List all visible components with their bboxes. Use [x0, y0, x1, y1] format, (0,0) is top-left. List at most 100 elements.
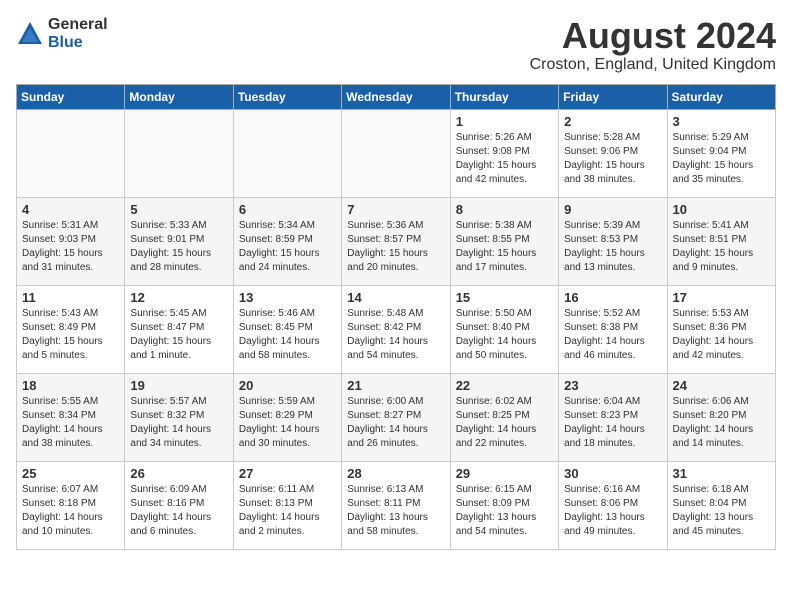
calendar-cell — [342, 109, 450, 197]
day-number: 12 — [130, 290, 227, 305]
calendar-cell: 16Sunrise: 5:52 AM Sunset: 8:38 PM Dayli… — [559, 285, 667, 373]
title-block: August 2024 Croston, England, United Kin… — [530, 16, 776, 74]
weekday-header-monday: Monday — [125, 84, 233, 109]
cell-info: Sunrise: 5:43 AM Sunset: 8:49 PM Dayligh… — [22, 307, 119, 363]
cell-info: Sunrise: 5:46 AM Sunset: 8:45 PM Dayligh… — [239, 307, 336, 363]
calendar-cell: 14Sunrise: 5:48 AM Sunset: 8:42 PM Dayli… — [342, 285, 450, 373]
calendar-week-1: 1 Sunrise: 5:26 AM Sunset: 9:08 PM Daylig… — [17, 109, 776, 197]
cell-info: Sunrise: 6:16 AM Sunset: 8:06 PM Dayligh… — [564, 483, 661, 539]
calendar-cell: 6 Sunrise: 5:34 AM Sunset: 8:59 PM Daylig… — [233, 197, 341, 285]
calendar-cell: 30 Sunrise: 6:16 AM Sunset: 8:06 PM Dayli… — [559, 461, 667, 549]
cell-info: Sunrise: 5:48 AM Sunset: 8:42 PM Dayligh… — [347, 307, 444, 363]
day-number: 22 — [456, 378, 553, 393]
calendar-cell: 21 Sunrise: 6:00 AM Sunset: 8:27 PM Dayli… — [342, 373, 450, 461]
calendar-cell: 3Sunrise: 5:29 AM Sunset: 9:04 PM Daylig… — [667, 109, 775, 197]
calendar-week-2: 4Sunrise: 5:31 AM Sunset: 9:03 PM Daylig… — [17, 197, 776, 285]
day-number: 5 — [130, 202, 227, 217]
day-number: 10 — [673, 202, 770, 217]
day-number: 1 — [456, 114, 553, 129]
cell-info: Sunrise: 5:59 AM Sunset: 8:29 PM Dayligh… — [239, 395, 336, 451]
calendar-cell: 2 Sunrise: 5:28 AM Sunset: 9:06 PM Daylig… — [559, 109, 667, 197]
day-number: 6 — [239, 202, 336, 217]
cell-info: Sunrise: 5:31 AM Sunset: 9:03 PM Dayligh… — [22, 219, 119, 275]
calendar-cell: 22Sunrise: 6:02 AM Sunset: 8:25 PM Dayli… — [450, 373, 558, 461]
calendar-cell: 9Sunrise: 5:39 AM Sunset: 8:53 PM Daylig… — [559, 197, 667, 285]
cell-info: Sunrise: 6:11 AM Sunset: 8:13 PM Dayligh… — [239, 483, 336, 539]
day-number: 20 — [239, 378, 336, 393]
cell-info: Sunrise: 5:38 AM Sunset: 8:55 PM Dayligh… — [456, 219, 553, 275]
calendar-cell: 27 Sunrise: 6:11 AM Sunset: 8:13 PM Dayli… — [233, 461, 341, 549]
calendar-cell — [233, 109, 341, 197]
day-number: 15 — [456, 290, 553, 305]
cell-info: Sunrise: 5:26 AM Sunset: 9:08 PM Dayligh… — [456, 131, 553, 187]
calendar-cell: 8 Sunrise: 5:38 AM Sunset: 8:55 PM Daylig… — [450, 197, 558, 285]
calendar-week-3: 11 Sunrise: 5:43 AM Sunset: 8:49 PM Dayli… — [17, 285, 776, 373]
day-number: 7 — [347, 202, 444, 217]
cell-info: Sunrise: 5:36 AM Sunset: 8:57 PM Dayligh… — [347, 219, 444, 275]
logo: General Blue — [16, 16, 108, 51]
cell-info: Sunrise: 5:34 AM Sunset: 8:59 PM Dayligh… — [239, 219, 336, 275]
day-number: 13 — [239, 290, 336, 305]
calendar-cell: 28 Sunrise: 6:13 AM Sunset: 8:11 PM Dayli… — [342, 461, 450, 549]
cell-info: Sunrise: 6:04 AM Sunset: 8:23 PM Dayligh… — [564, 395, 661, 451]
day-number: 30 — [564, 466, 661, 481]
weekday-header-saturday: Saturday — [667, 84, 775, 109]
day-number: 26 — [130, 466, 227, 481]
calendar-cell: 1 Sunrise: 5:26 AM Sunset: 9:08 PM Daylig… — [450, 109, 558, 197]
location: Croston, England, United Kingdom — [530, 56, 776, 74]
weekday-header-thursday: Thursday — [450, 84, 558, 109]
cell-info: Sunrise: 6:15 AM Sunset: 8:09 PM Dayligh… — [456, 483, 553, 539]
cell-info: Sunrise: 5:33 AM Sunset: 9:01 PM Dayligh… — [130, 219, 227, 275]
calendar-cell: 18 Sunrise: 5:55 AM Sunset: 8:34 PM Dayli… — [17, 373, 125, 461]
weekday-header-friday: Friday — [559, 84, 667, 109]
weekday-header-sunday: Sunday — [17, 84, 125, 109]
day-number: 19 — [130, 378, 227, 393]
cell-info: Sunrise: 5:41 AM Sunset: 8:51 PM Dayligh… — [673, 219, 770, 275]
cell-info: Sunrise: 5:28 AM Sunset: 9:06 PM Dayligh… — [564, 131, 661, 187]
day-number: 29 — [456, 466, 553, 481]
page-header: General Blue August 2024 Croston, Englan… — [16, 16, 776, 74]
logo-icon — [16, 20, 44, 48]
cell-info: Sunrise: 5:39 AM Sunset: 8:53 PM Dayligh… — [564, 219, 661, 275]
cell-info: Sunrise: 6:07 AM Sunset: 8:18 PM Dayligh… — [22, 483, 119, 539]
day-number: 2 — [564, 114, 661, 129]
calendar-table: SundayMondayTuesdayWednesdayThursdayFrid… — [16, 84, 776, 550]
calendar-cell: 7 Sunrise: 5:36 AM Sunset: 8:57 PM Daylig… — [342, 197, 450, 285]
calendar-cell: 15 Sunrise: 5:50 AM Sunset: 8:40 PM Dayli… — [450, 285, 558, 373]
cell-info: Sunrise: 5:55 AM Sunset: 8:34 PM Dayligh… — [22, 395, 119, 451]
cell-info: Sunrise: 5:52 AM Sunset: 8:38 PM Dayligh… — [564, 307, 661, 363]
day-number: 21 — [347, 378, 444, 393]
day-number: 28 — [347, 466, 444, 481]
day-number: 18 — [22, 378, 119, 393]
cell-info: Sunrise: 6:09 AM Sunset: 8:16 PM Dayligh… — [130, 483, 227, 539]
calendar-cell: 5 Sunrise: 5:33 AM Sunset: 9:01 PM Daylig… — [125, 197, 233, 285]
day-number: 31 — [673, 466, 770, 481]
calendar-cell: 23 Sunrise: 6:04 AM Sunset: 8:23 PM Dayli… — [559, 373, 667, 461]
calendar-cell: 31 Sunrise: 6:18 AM Sunset: 8:04 PM Dayli… — [667, 461, 775, 549]
calendar-cell: 10 Sunrise: 5:41 AM Sunset: 8:51 PM Dayli… — [667, 197, 775, 285]
cell-info: Sunrise: 5:57 AM Sunset: 8:32 PM Dayligh… — [130, 395, 227, 451]
cell-info: Sunrise: 6:13 AM Sunset: 8:11 PM Dayligh… — [347, 483, 444, 539]
cell-info: Sunrise: 6:00 AM Sunset: 8:27 PM Dayligh… — [347, 395, 444, 451]
calendar-cell: 25 Sunrise: 6:07 AM Sunset: 8:18 PM Dayli… — [17, 461, 125, 549]
cell-info: Sunrise: 5:53 AM Sunset: 8:36 PM Dayligh… — [673, 307, 770, 363]
calendar-cell: 26 Sunrise: 6:09 AM Sunset: 8:16 PM Dayli… — [125, 461, 233, 549]
logo-general-text: General — [48, 16, 108, 34]
day-number: 23 — [564, 378, 661, 393]
calendar-cell: 12Sunrise: 5:45 AM Sunset: 8:47 PM Dayli… — [125, 285, 233, 373]
calendar-cell: 11 Sunrise: 5:43 AM Sunset: 8:49 PM Dayli… — [17, 285, 125, 373]
calendar-cell: 20 Sunrise: 5:59 AM Sunset: 8:29 PM Dayli… — [233, 373, 341, 461]
cell-info: Sunrise: 5:50 AM Sunset: 8:40 PM Dayligh… — [456, 307, 553, 363]
calendar-cell: 19 Sunrise: 5:57 AM Sunset: 8:32 PM Dayli… — [125, 373, 233, 461]
day-number: 25 — [22, 466, 119, 481]
calendar-week-4: 18 Sunrise: 5:55 AM Sunset: 8:34 PM Dayli… — [17, 373, 776, 461]
logo-blue-text: Blue — [48, 34, 108, 52]
day-number: 8 — [456, 202, 553, 217]
cell-info: Sunrise: 6:18 AM Sunset: 8:04 PM Dayligh… — [673, 483, 770, 539]
day-number: 27 — [239, 466, 336, 481]
day-number: 11 — [22, 290, 119, 305]
cell-info: Sunrise: 5:29 AM Sunset: 9:04 PM Dayligh… — [673, 131, 770, 187]
calendar-cell: 13 Sunrise: 5:46 AM Sunset: 8:45 PM Dayli… — [233, 285, 341, 373]
calendar-cell: 17 Sunrise: 5:53 AM Sunset: 8:36 PM Dayli… — [667, 285, 775, 373]
day-number: 17 — [673, 290, 770, 305]
